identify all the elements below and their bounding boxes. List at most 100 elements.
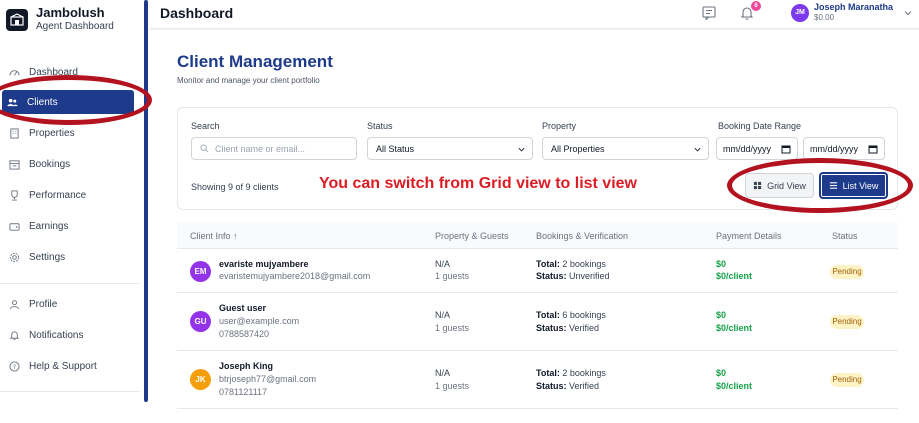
- table-row[interactable]: EM evariste mujyambere evaristemujyamber…: [177, 249, 898, 293]
- sidebar-item-earnings[interactable]: Earnings: [4, 214, 134, 238]
- payment-per-client: $0/client: [716, 323, 753, 333]
- brand-name: Jambolush: [36, 5, 105, 20]
- client-email: evaristemujyambere2018@gmail.com: [219, 271, 371, 281]
- building-icon: [8, 127, 20, 139]
- calendar-icon[interactable]: [868, 144, 878, 154]
- client-email: btrjoseph77@gmail.com: [219, 374, 317, 384]
- annotation-text: You can switch from Grid view to list vi…: [319, 175, 637, 192]
- search-input[interactable]: Client name or email...: [191, 137, 357, 160]
- sidebar-item-bookings[interactable]: Bookings: [4, 152, 134, 176]
- app-root: Jambolush Agent Dashboard Dashboard Clie…: [0, 0, 919, 423]
- date-from-placeholder: mm/dd/yyyy: [723, 143, 772, 154]
- column-header-client-info[interactable]: Client Info ↑: [190, 231, 238, 241]
- chevron-down-icon: [694, 147, 701, 152]
- verification-status: Verified: [569, 323, 600, 333]
- notification-count-badge: 6: [751, 1, 761, 11]
- sidebar-item-label: Bookings: [29, 158, 71, 170]
- user-avatar[interactable]: JM: [791, 4, 809, 22]
- payment-amount: $0: [716, 259, 727, 269]
- page-header-title: Dashboard: [160, 5, 234, 21]
- wallet-icon: [8, 220, 20, 232]
- sidebar-item-settings[interactable]: Settings: [4, 245, 134, 269]
- status-label: Status:: [536, 271, 567, 281]
- payment-amount: $0: [716, 310, 727, 320]
- client-email: user@example.com: [219, 316, 300, 326]
- total-label: Total:: [536, 259, 560, 269]
- brand[interactable]: Jambolush Agent Dashboard: [6, 6, 114, 33]
- sidebar: Jambolush Agent Dashboard Dashboard Clie…: [0, 0, 146, 423]
- column-header-status: Status: [832, 231, 858, 241]
- dashboard-icon: [8, 66, 20, 78]
- booking-total: 6 bookings: [562, 310, 606, 320]
- bell-icon: [8, 329, 20, 341]
- client-phone: 0788587420: [219, 329, 270, 339]
- view-toggle-highlight-oval: [727, 158, 913, 213]
- guest-count: 1 guests: [435, 271, 470, 281]
- column-header-payment: Payment Details: [716, 231, 782, 241]
- date-to-input[interactable]: mm/dd/yyyy: [803, 137, 885, 160]
- date-range-label: Booking Date Range: [718, 121, 802, 131]
- sidebar-item-label: Profile: [29, 298, 58, 310]
- client-name: Joseph King: [219, 361, 274, 371]
- client-name: evariste mujyambere: [219, 259, 309, 269]
- client-phone: 0781121117: [219, 387, 268, 397]
- sidebar-item-help[interactable]: ? Help & Support: [4, 354, 134, 378]
- topbar: Dashboard 6 JM Joseph Maranatha $0.00: [150, 0, 919, 29]
- payment-per-client: $0/client: [716, 381, 753, 391]
- search-label: Search: [191, 121, 220, 131]
- page-title: Client Management: [177, 52, 333, 71]
- property-select-value: All Properties: [551, 143, 605, 154]
- table-row[interactable]: JK Joseph King btrjoseph77@gmail.com 078…: [177, 351, 898, 409]
- booking-total: 2 bookings: [562, 368, 606, 378]
- date-from-input[interactable]: mm/dd/yyyy: [716, 137, 798, 160]
- avatar: JK: [190, 369, 211, 390]
- sidebar-item-notifications[interactable]: Notifications: [4, 323, 134, 347]
- property-name: N/A: [435, 368, 451, 378]
- status-label: Status:: [536, 381, 567, 391]
- chevron-down-icon: [518, 147, 525, 152]
- calendar-icon[interactable]: [781, 144, 791, 154]
- property-label: Property: [542, 121, 577, 131]
- clients-table: Client Info ↑ Property & Guests Bookings…: [177, 222, 898, 423]
- brand-subtitle: Agent Dashboard: [36, 21, 114, 32]
- search-icon: [200, 144, 209, 153]
- gear-icon: [8, 251, 20, 263]
- sidebar-item-label: Notifications: [29, 329, 84, 341]
- date-to-placeholder: mm/dd/yyyy: [810, 143, 859, 154]
- messages-icon[interactable]: [701, 5, 717, 21]
- verification-status: Verified: [569, 381, 600, 391]
- status-badge: Pending: [830, 265, 864, 279]
- results-count: Showing 9 of 9 clients: [191, 182, 279, 192]
- total-label: Total:: [536, 368, 560, 378]
- svg-text:?: ?: [12, 362, 15, 370]
- jambolush-logo-icon: [6, 8, 28, 31]
- status-label: Status:: [536, 323, 567, 333]
- column-header-bookings: Bookings & Verification: [536, 231, 629, 241]
- table-row[interactable]: GU Guest user user@example.com 078858742…: [177, 293, 898, 351]
- chevron-down-icon[interactable]: [903, 8, 913, 18]
- avatar: GU: [190, 311, 211, 332]
- user-icon: [8, 298, 20, 310]
- booking-total: 2 bookings: [562, 259, 606, 269]
- verification-status: Unverified: [569, 271, 610, 281]
- sidebar-item-label: Properties: [29, 127, 75, 139]
- client-name: Guest user: [219, 303, 267, 313]
- total-label: Total:: [536, 310, 560, 320]
- sidebar-item-label: Settings: [29, 251, 66, 263]
- status-label: Status: [367, 121, 393, 131]
- status-badge: Pending: [830, 373, 864, 387]
- status-select-value: All Status: [376, 143, 415, 154]
- user-name[interactable]: Joseph Maranatha: [814, 2, 893, 12]
- guest-count: 1 guests: [435, 323, 470, 333]
- sidebar-item-label: Performance: [29, 189, 87, 201]
- column-header-property-guests: Property & Guests: [435, 231, 509, 241]
- status-select[interactable]: All Status: [367, 137, 533, 160]
- property-select[interactable]: All Properties: [542, 137, 709, 160]
- sidebar-item-performance[interactable]: Performance: [4, 183, 134, 207]
- search-placeholder: Client name or email...: [215, 143, 306, 154]
- sidebar-item-label: Earnings: [29, 220, 69, 232]
- calendar-icon: [8, 158, 20, 170]
- sidebar-scrollbar[interactable]: [144, 0, 148, 402]
- sidebar-item-profile[interactable]: Profile: [4, 292, 134, 316]
- status-badge: Pending: [830, 315, 864, 329]
